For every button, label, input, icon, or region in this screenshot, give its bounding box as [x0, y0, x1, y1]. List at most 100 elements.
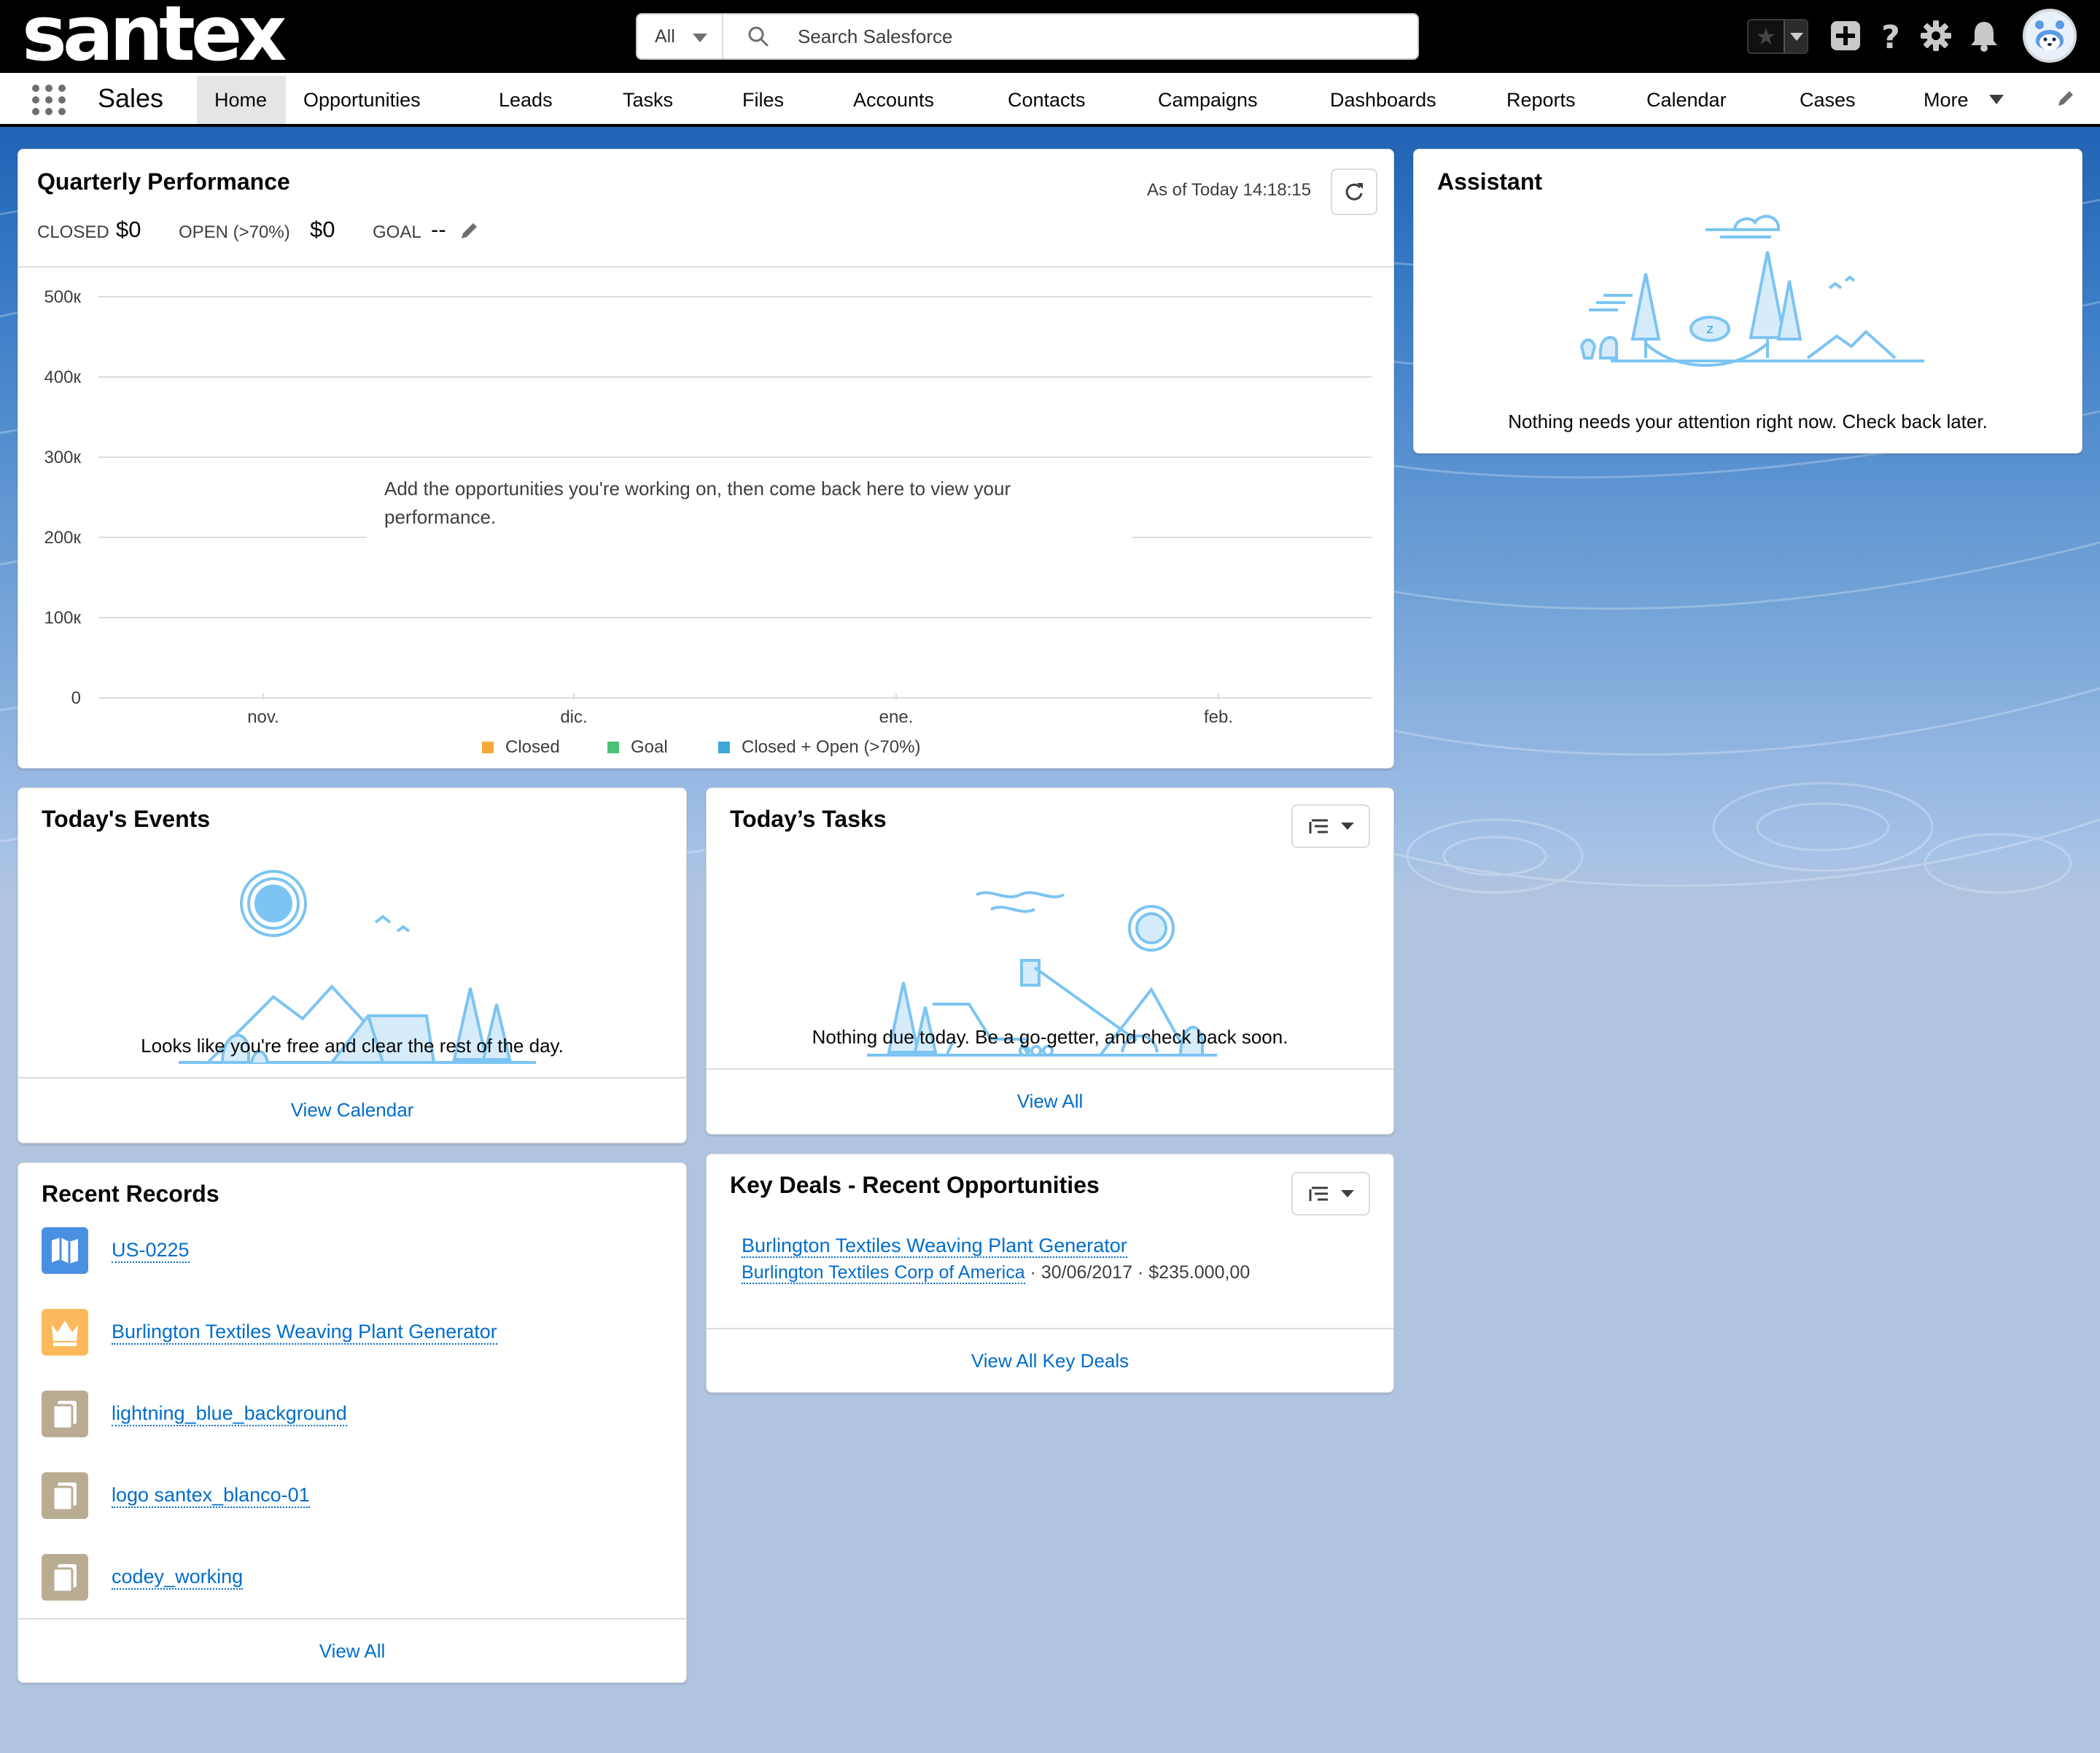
assistant-card: Assistant z Nothing needs your attention… [1413, 149, 2082, 454]
deal-close-date: 30/06/2017 [1041, 1262, 1132, 1283]
todays-tasks-card: Today’s Tasks Nothing due today. Be a go… [706, 788, 1394, 1135]
setup-gear-icon[interactable] [1918, 18, 1954, 54]
search-input[interactable] [798, 23, 1381, 50]
legend-swatch [607, 742, 619, 753]
nav-item-label: Accounts [853, 89, 935, 111]
refresh-button[interactable] [1331, 168, 1377, 215]
nav-item-label: Leads [499, 89, 553, 111]
closed-value: $0 [116, 217, 141, 242]
y-tick-label: 0 [71, 688, 81, 708]
recent-record-item[interactable]: US-0225 [42, 1227, 669, 1275]
sort-options-button[interactable] [1291, 804, 1370, 848]
view-all-key-deals-link[interactable]: View All Key Deals [707, 1328, 1393, 1392]
nav-item-contacts[interactable]: Contacts [1008, 76, 1086, 124]
closed-label: CLOSED [37, 222, 109, 242]
hammock-illustration: z [1579, 214, 1924, 367]
search-scope-label: All [655, 26, 675, 47]
view-all-tasks-link[interactable]: View All [707, 1068, 1393, 1134]
deal-name-link[interactable]: Burlington Textiles Weaving Plant Genera… [742, 1235, 1127, 1258]
caret-down-icon[interactable] [1989, 95, 2004, 104]
santex-logo[interactable]: santex [22, 0, 287, 71]
legend-label: Closed [505, 737, 560, 757]
y-tick-label: 100к [44, 608, 81, 628]
deal-account-link[interactable]: Burlington Textiles Corp of America [742, 1262, 1025, 1284]
global-header: santex All ★ ? [0, 0, 2100, 73]
goal-label: GOAL [373, 222, 421, 242]
chart-empty-message: Add the opportunities you're working on,… [367, 469, 1132, 539]
nav-item-label: Reports [1506, 89, 1576, 111]
favorites-list-button[interactable] [1784, 20, 1807, 53]
open-value: $0 [310, 217, 335, 242]
app-navigation-bar: Sales Home Opportunities Leads Tasks Fil… [0, 73, 2100, 176]
nav-item-home[interactable]: Home [197, 76, 286, 124]
tasks-empty-message: Nothing due today. Be a go-getter, and c… [812, 1026, 1288, 1048]
global-search: All [636, 13, 1419, 60]
add-icon[interactable] [1827, 18, 1864, 54]
card-title: Today's Events [42, 806, 211, 832]
assistant-empty-message: Nothing needs your attention right now. … [1508, 411, 1988, 432]
nav-item-reports[interactable]: Reports [1506, 76, 1576, 124]
sort-icon [1309, 819, 1354, 833]
edit-goal-pencil-icon[interactable] [459, 219, 481, 241]
search-icon [748, 26, 769, 47]
nav-item-accounts[interactable]: Accounts [853, 76, 934, 124]
app-launcher-grid-icon[interactable] [32, 85, 69, 117]
deal-meta: Burlington Textiles Corp of America · 30… [742, 1262, 1250, 1284]
sort-icon [1309, 1186, 1354, 1201]
nav-item-label: Dashboards [1330, 89, 1436, 111]
todays-events-card: Today's Events Looks like you're free an… [18, 788, 687, 1143]
help-icon[interactable]: ? [1872, 18, 1909, 54]
nav-item-label: Files [742, 89, 785, 111]
favorites-star-icon[interactable]: ★ [1749, 20, 1784, 53]
x-tick-label: feb. [1204, 707, 1233, 727]
search-scope-dropdown[interactable]: All [637, 15, 723, 58]
view-all-recent-link[interactable]: View All [18, 1618, 686, 1682]
file-icon [42, 1554, 88, 1601]
file-icon [42, 1391, 88, 1437]
nav-item-leads[interactable]: Leads [499, 76, 553, 124]
nav-item-calendar[interactable]: Calendar [1646, 76, 1727, 124]
card-title: Quarterly Performance [37, 168, 290, 195]
favorites-group: ★ [1747, 19, 1808, 54]
y-tick-label: 300к [44, 448, 81, 467]
nav-item-more[interactable]: More [1924, 76, 1969, 124]
events-empty-message: Looks like you're free and clear the res… [141, 1035, 564, 1057]
nav-item-campaigns[interactable]: Campaigns [1158, 76, 1258, 124]
record-link[interactable]: Burlington Textiles Weaving Plant Genera… [112, 1321, 497, 1345]
nav-item-tasks[interactable]: Tasks [623, 76, 673, 124]
key-deals-card: Key Deals - Recent Opportunities Burling… [706, 1154, 1394, 1393]
nav-item-label: Opportunities [303, 89, 421, 111]
recent-record-item[interactable]: logo santex_blanco-01 [42, 1472, 669, 1520]
nav-item-label: More [1924, 89, 1969, 111]
view-calendar-link[interactable]: View Calendar [18, 1077, 686, 1143]
nav-item-cases[interactable]: Cases [1800, 76, 1856, 124]
y-tick-label: 200к [44, 528, 81, 548]
sort-options-button[interactable] [1291, 1172, 1370, 1216]
recent-record-item[interactable]: Burlington Textiles Weaving Plant Genera… [42, 1309, 669, 1357]
recent-record-item[interactable]: lightning_blue_background [42, 1391, 669, 1439]
separator: · [1137, 1262, 1149, 1283]
record-link[interactable]: codey_working [112, 1566, 244, 1590]
nav-item-dashboards[interactable]: Dashboards [1330, 76, 1436, 124]
card-title: Today’s Tasks [730, 806, 887, 832]
legend-swatch [482, 742, 494, 753]
nav-item-opportunities[interactable]: Opportunities [303, 76, 421, 124]
card-title: Key Deals - Recent Opportunities [730, 1172, 1100, 1198]
svg-text:z: z [1706, 322, 1713, 337]
edit-nav-pencil-icon[interactable] [2055, 88, 2077, 109]
nav-item-files[interactable]: Files [742, 76, 784, 124]
quarterly-performance-card: Quarterly Performance As of Today 14:18:… [18, 149, 1394, 769]
user-avatar[interactable] [2023, 9, 2077, 63]
record-link[interactable]: logo santex_blanco-01 [112, 1484, 310, 1508]
refresh-icon [1345, 183, 1363, 201]
record-link[interactable]: US-0225 [112, 1239, 190, 1263]
nav-item-label: Cases [1800, 89, 1856, 111]
deal-item: Burlington Textiles Weaving Plant Genera… [742, 1235, 1127, 1258]
notifications-bell-icon[interactable] [1966, 18, 2002, 54]
opportunity-crown-icon [42, 1309, 88, 1356]
card-title: Assistant [1437, 168, 1543, 195]
nav-item-label: Contacts [1008, 89, 1086, 111]
recent-record-item[interactable]: codey_working [42, 1554, 669, 1602]
legend-swatch [718, 742, 730, 753]
record-link[interactable]: lightning_blue_background [112, 1402, 347, 1426]
